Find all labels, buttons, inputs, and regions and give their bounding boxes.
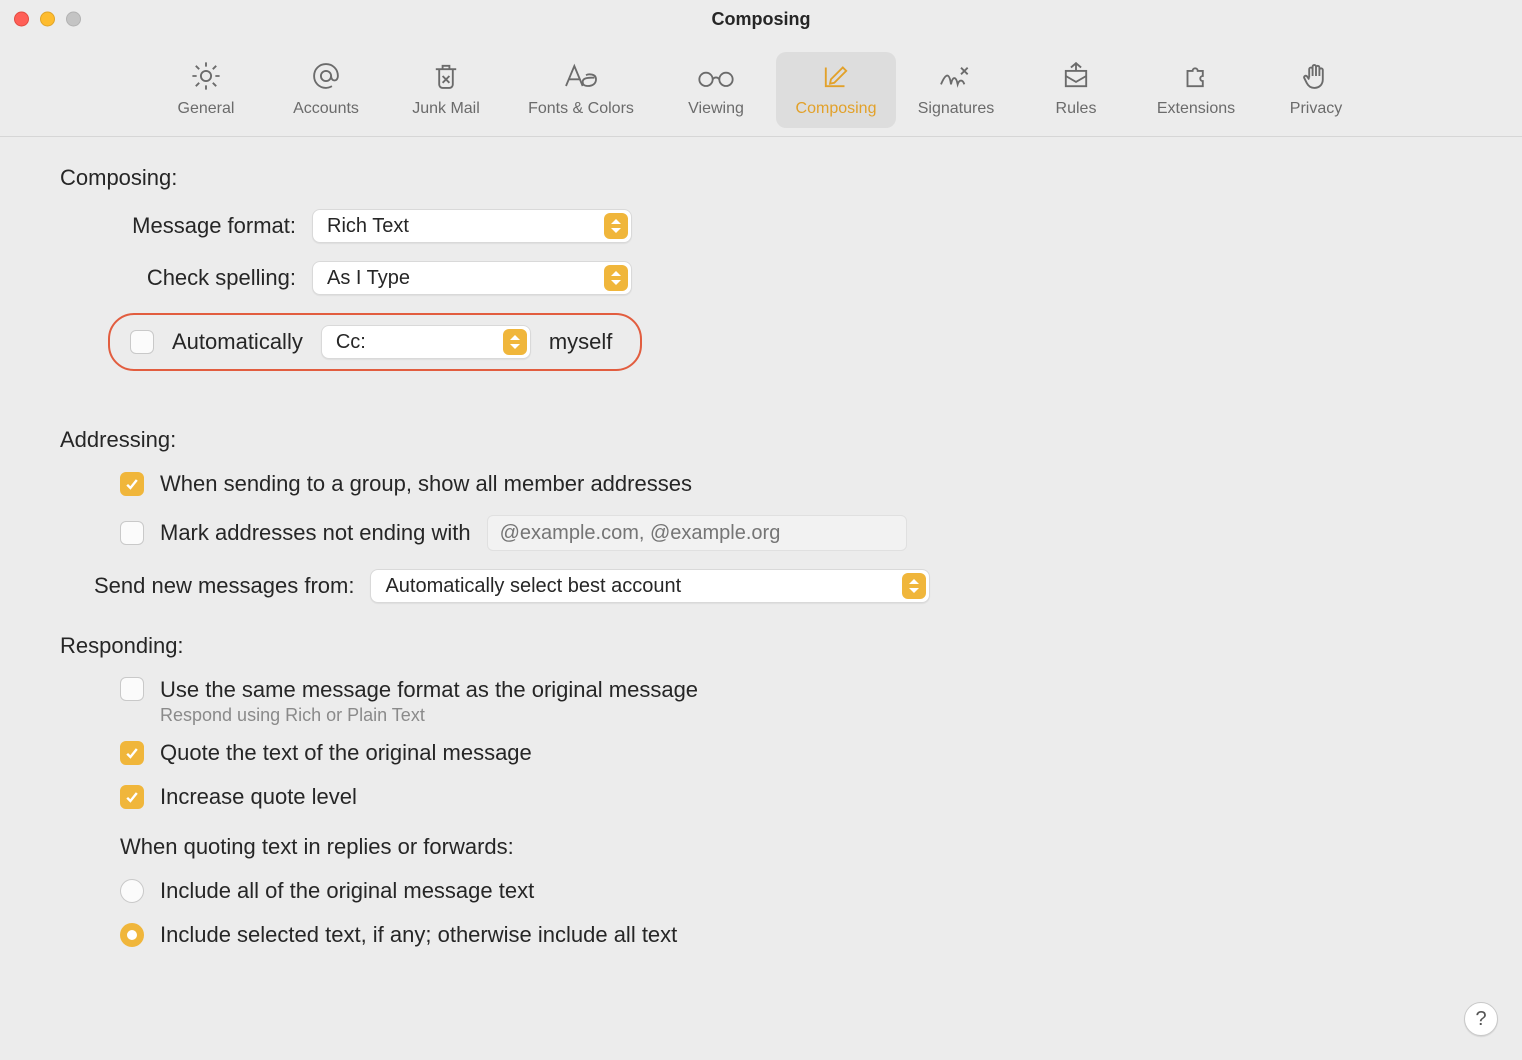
label-quoting-heading: When quoting text in replies or forwards… — [120, 834, 514, 860]
font-icon — [561, 58, 601, 94]
section-title-addressing: Addressing: — [60, 427, 1462, 453]
tab-signatures[interactable]: Signatures — [896, 52, 1016, 128]
rules-icon — [1056, 58, 1096, 94]
tab-label: Junk Mail — [412, 100, 480, 118]
label-message-format: Message format: — [120, 213, 296, 239]
section-title-composing: Composing: — [60, 165, 1462, 191]
checkbox-mark-external[interactable] — [120, 521, 144, 545]
window-title: Composing — [712, 9, 811, 30]
row-group-addresses: When sending to a group, show all member… — [60, 471, 1462, 497]
window-controls — [14, 12, 81, 27]
row-same-format: Use the same message format as the origi… — [60, 677, 1462, 726]
label-group-addresses: When sending to a group, show all member… — [160, 471, 692, 497]
tab-label: Viewing — [688, 100, 744, 118]
popup-value: As I Type — [327, 267, 410, 290]
chevron-up-down-icon — [604, 213, 628, 239]
row-radio-include-selected: Include selected text, if any; otherwise… — [60, 922, 1462, 948]
checkbox-quote-text[interactable] — [120, 741, 144, 765]
help-button[interactable]: ? — [1464, 1002, 1498, 1036]
tab-label: Accounts — [293, 100, 359, 118]
label-increase-quote: Increase quote level — [160, 784, 357, 810]
label-quote-text: Quote the text of the original message — [160, 740, 532, 766]
label-mark-external: Mark addresses not ending with — [160, 520, 471, 546]
zoom-window-button[interactable] — [66, 12, 81, 27]
tab-general[interactable]: General — [146, 52, 266, 128]
tab-label: Privacy — [1290, 100, 1342, 118]
section-addressing: Addressing: When sending to a group, sho… — [60, 427, 1462, 603]
checkbox-group-addresses[interactable] — [120, 472, 144, 496]
hint-same-format: Respond using Rich or Plain Text — [160, 705, 698, 726]
tab-accounts[interactable]: Accounts — [266, 52, 386, 128]
row-increase-quote: Increase quote level — [60, 784, 1462, 810]
checkbox-increase-quote[interactable] — [120, 785, 144, 809]
tab-composing[interactable]: Composing — [776, 52, 896, 128]
popup-check-spelling[interactable]: As I Type — [312, 261, 632, 295]
trash-icon — [426, 58, 466, 94]
radio-include-all[interactable] — [120, 879, 144, 903]
label-auto-cc: Automatically — [172, 329, 303, 355]
radio-include-selected[interactable] — [120, 923, 144, 947]
row-send-from: Send new messages from: Automatically se… — [60, 569, 1462, 603]
label-auto-cc-suffix: myself — [549, 329, 613, 355]
row-check-spelling: Check spelling: As I Type — [60, 261, 1462, 295]
tab-viewing[interactable]: Viewing — [656, 52, 776, 128]
gear-icon — [186, 58, 226, 94]
close-window-button[interactable] — [14, 12, 29, 27]
tab-rules[interactable]: Rules — [1016, 52, 1136, 128]
row-mark-external: Mark addresses not ending with — [60, 515, 1462, 551]
compose-icon — [816, 58, 856, 94]
popup-value: Cc: — [336, 331, 366, 354]
row-message-format: Message format: Rich Text — [60, 209, 1462, 243]
tab-privacy[interactable]: Privacy — [1256, 52, 1376, 128]
tab-label: Composing — [796, 100, 877, 118]
help-label: ? — [1475, 1008, 1486, 1031]
label-radio-include-all: Include all of the original message text — [160, 878, 534, 904]
hand-icon — [1296, 58, 1336, 94]
tab-label: General — [178, 100, 235, 118]
row-quote-text: Quote the text of the original message — [60, 740, 1462, 766]
checkbox-auto-cc[interactable] — [130, 330, 154, 354]
chevron-up-down-icon — [503, 329, 527, 355]
label-same-format: Use the same message format as the origi… — [160, 677, 698, 703]
popup-send-from[interactable]: Automatically select best account — [370, 569, 930, 603]
tab-label: Extensions — [1157, 100, 1235, 118]
glasses-icon — [696, 58, 736, 94]
checkbox-same-format[interactable] — [120, 677, 144, 701]
tab-label: Rules — [1056, 100, 1097, 118]
row-radio-include-all: Include all of the original message text — [60, 878, 1462, 904]
callout-auto-cc: Automatically Cc: myself — [108, 313, 642, 371]
section-composing: Composing: Message format: Rich Text Che… — [60, 165, 1462, 397]
chevron-up-down-icon — [604, 265, 628, 291]
preferences-toolbar: General Accounts Junk Mail Fonts & Color… — [0, 38, 1522, 137]
titlebar: Composing — [0, 0, 1522, 38]
popup-value: Automatically select best account — [385, 575, 681, 598]
tab-label: Signatures — [918, 100, 995, 118]
popup-value: Rich Text — [327, 215, 409, 238]
chevron-up-down-icon — [902, 573, 926, 599]
label-check-spelling: Check spelling: — [120, 265, 296, 291]
at-sign-icon — [306, 58, 346, 94]
section-responding: Responding: Use the same message format … — [60, 633, 1462, 948]
section-title-responding: Responding: — [60, 633, 1462, 659]
popup-auto-cc-mode[interactable]: Cc: — [321, 325, 531, 359]
row-quoting-heading: When quoting text in replies or forwards… — [60, 834, 1462, 860]
tab-junk-mail[interactable]: Junk Mail — [386, 52, 506, 128]
composing-panel: Composing: Message format: Rich Text Che… — [0, 137, 1522, 1018]
label-send-from: Send new messages from: — [94, 573, 354, 599]
popup-message-format[interactable]: Rich Text — [312, 209, 632, 243]
tab-extensions[interactable]: Extensions — [1136, 52, 1256, 128]
tab-fonts-colors[interactable]: Fonts & Colors — [506, 52, 656, 128]
input-mark-external-domains — [487, 515, 907, 551]
puzzle-icon — [1176, 58, 1216, 94]
label-radio-include-selected: Include selected text, if any; otherwise… — [160, 922, 677, 948]
minimize-window-button[interactable] — [40, 12, 55, 27]
signature-icon — [936, 58, 976, 94]
tab-label: Fonts & Colors — [528, 100, 634, 118]
